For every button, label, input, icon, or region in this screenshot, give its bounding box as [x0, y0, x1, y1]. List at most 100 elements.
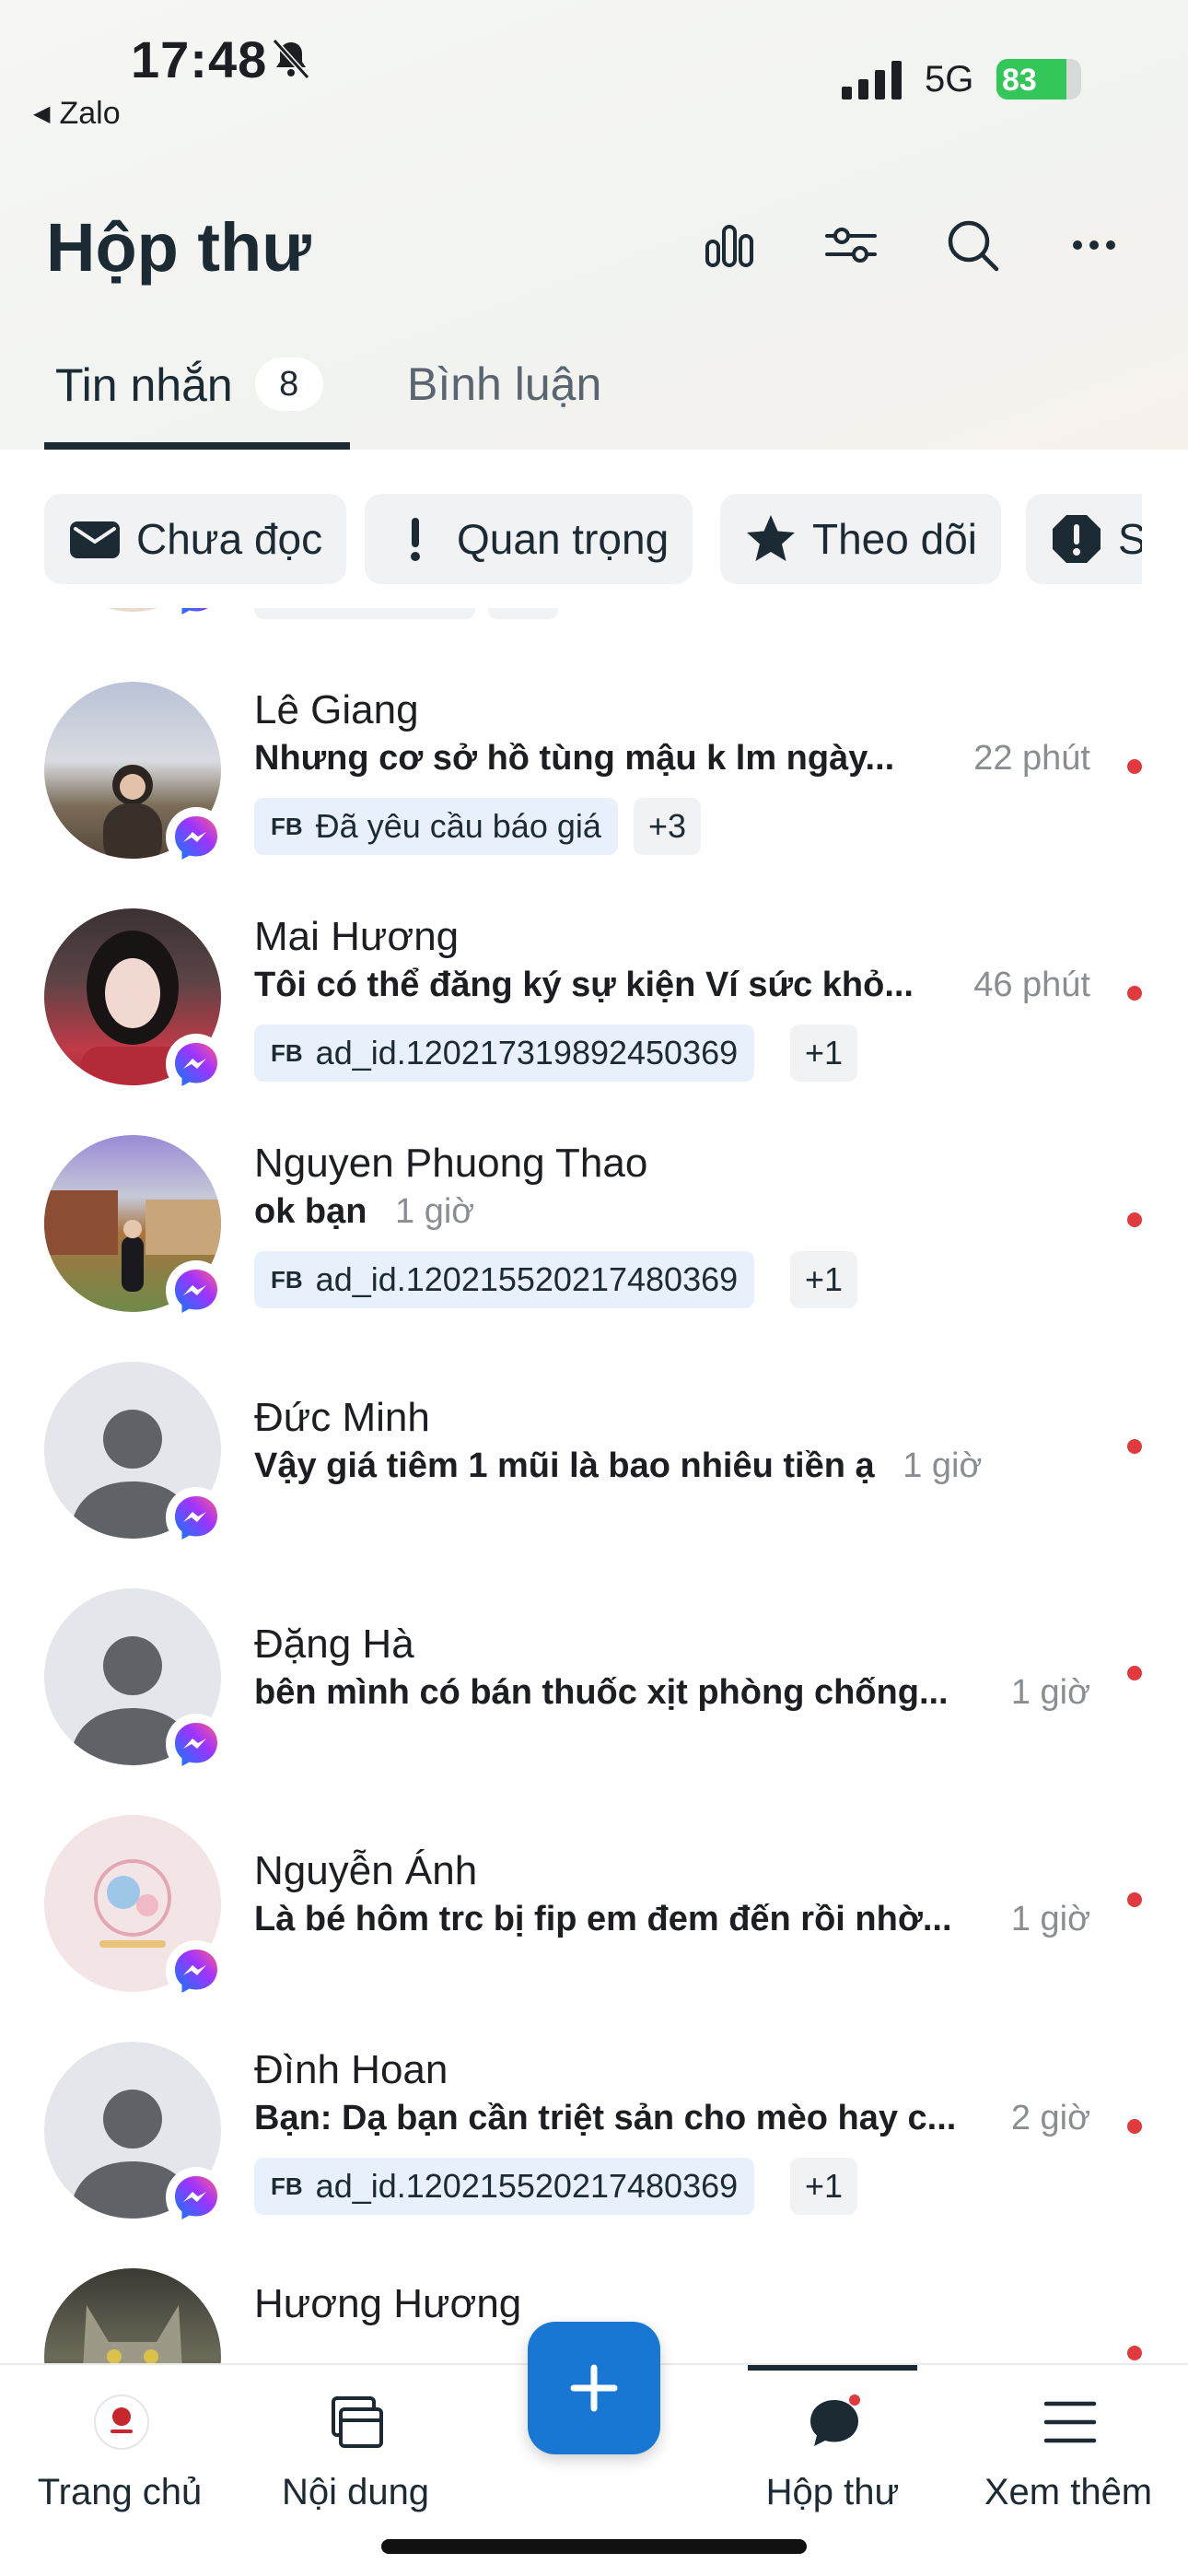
- nav-home[interactable]: Trang chủ: [0, 2365, 239, 2576]
- battery-level: 83: [1002, 63, 1037, 98]
- conversation-row-partial[interactable]: [0, 608, 1188, 650]
- tag-more-count: +1: [790, 2158, 858, 2215]
- messenger-badge: [166, 807, 227, 868]
- messenger-badge: [166, 1260, 227, 1321]
- tag-label: ad_id.120215520217480369: [315, 2167, 739, 2205]
- avatar: [44, 2268, 221, 2363]
- label-tag: FB ad_id.120215520217480369: [254, 2158, 755, 2215]
- tag-label: ad_id.120215520217480369: [315, 1260, 739, 1298]
- nav-home-label: Trang chủ: [37, 2472, 203, 2512]
- search-icon[interactable]: [943, 216, 1002, 275]
- message-preview: Tôi có thể đăng ký sự kiện Ví sức khỏ...: [254, 966, 914, 1004]
- conversation-row[interactable]: Đình Hoan Bạn: Dạ bạn cần triệt sản cho …: [0, 2042, 1188, 2268]
- filter-unread-label: Chưa đọc: [136, 515, 323, 563]
- contact-name: Đình Hoan: [254, 2047, 448, 2092]
- tag-chip-partial: [254, 608, 475, 619]
- unread-dot: [1127, 1439, 1142, 1454]
- unread-dot: [1127, 2346, 1142, 2360]
- message-preview: Bạn: Dạ bạn cần triệt sản cho mèo hay c.…: [254, 2099, 957, 2137]
- filter-spam-label: S: [1118, 515, 1142, 563]
- filter-spam-chip[interactable]: S: [1026, 494, 1142, 584]
- content-icon: [332, 2396, 383, 2448]
- bar-chart-icon[interactable]: [700, 216, 759, 275]
- tab-comments[interactable]: Bình luận: [407, 357, 601, 411]
- unread-dot: [1127, 1212, 1142, 1227]
- contact-name: Lê Giang: [254, 687, 419, 732]
- messenger-badge: [166, 1034, 227, 1095]
- more-icon[interactable]: [1065, 216, 1124, 275]
- nav-content-label: Nội dung: [281, 2472, 430, 2512]
- status-time: 17:48: [131, 30, 268, 88]
- contact-name: Mai Hương: [254, 914, 460, 959]
- tag-label: ad_id.120217319892450369: [315, 1034, 739, 1071]
- label-tag: FB Đã yêu cầu báo giá: [254, 798, 618, 855]
- message-preview: Là bé hôm trc bị fip em đem đến rồi nhờ.…: [254, 1900, 952, 1938]
- tag-more-partial: [488, 608, 558, 619]
- tag-source: FB: [271, 2172, 303, 2200]
- messenger-badge: [166, 608, 227, 623]
- plus-icon: [570, 2364, 618, 2412]
- create-button[interactable]: [528, 2322, 660, 2454]
- battery-indicator: 83: [996, 59, 1081, 100]
- tag-source: FB: [271, 1038, 303, 1067]
- envelope-icon: [70, 521, 120, 558]
- filter-follow-label: Theo dõi: [812, 515, 978, 563]
- tab-messages-label: Tin nhắn: [55, 359, 233, 411]
- back-triangle-icon: ◀: [33, 101, 51, 126]
- nav-more[interactable]: Xem thêm: [949, 2365, 1188, 2576]
- label-tag: FB ad_id.120215520217480369: [254, 1251, 755, 1308]
- filter-important-label: Quan trọng: [457, 515, 670, 563]
- unread-count-badge: 8: [254, 357, 323, 411]
- chat-bubble-icon: [810, 2395, 860, 2446]
- conversation-row[interactable]: Mai Hương Tôi có thể đăng ký sự kiện Ví …: [0, 908, 1188, 1135]
- filter-follow-chip[interactable]: Theo dõi: [720, 494, 1002, 584]
- contact-name: Đặng Hà: [254, 1622, 414, 1667]
- contact-name: Đức Minh: [254, 1395, 430, 1440]
- message-time: 2 giờ: [1010, 2099, 1090, 2137]
- filter-sliders-icon[interactable]: [821, 216, 880, 275]
- messenger-icon: [175, 1723, 217, 1766]
- tag-label: Đã yêu cầu báo giá: [315, 807, 601, 845]
- messenger-badge: [166, 1714, 227, 1774]
- home-indicator: [381, 2539, 807, 2554]
- messenger-icon: [175, 1496, 217, 1540]
- messenger-badge: [166, 1487, 227, 1548]
- conversation-row[interactable]: Nguyen Phuong Thao ok bạn 1 giờ FB ad_id.…: [0, 1135, 1188, 1362]
- messenger-badge: [166, 2167, 227, 2228]
- tab-messages[interactable]: Tin nhắn 8: [55, 357, 323, 412]
- message-preview: ok bạn: [254, 1192, 367, 1231]
- conversation-list: Lê Giang Nhưng cơ sở hồ tùng mậu k lm ng…: [0, 608, 1188, 2363]
- filter-unread-chip[interactable]: Chưa đọc: [44, 494, 347, 584]
- filter-important-chip[interactable]: Quan trọng: [365, 494, 693, 584]
- contact-name: Nguyễn Ánh: [254, 1848, 478, 1893]
- conversation-row[interactable]: Lê Giang Nhưng cơ sở hồ tùng mậu k lm ng…: [0, 682, 1188, 908]
- messenger-icon: [175, 816, 217, 860]
- contact-name: Hương Hương: [254, 2281, 522, 2326]
- conversation-row[interactable]: Đức Minh Vậy giá tiêm 1 mũi là bao nhiêu…: [0, 1362, 1188, 1588]
- label-tag: FB ad_id.120217319892450369: [254, 1025, 755, 1082]
- message-time: 1 giờ: [1010, 1673, 1090, 1712]
- message-preview: bên mình có bán thuốc xịt phòng chống...: [254, 1673, 949, 1712]
- back-to-app-link[interactable]: ◀ Zalo: [33, 96, 121, 132]
- message-time: 22 phút: [973, 739, 1090, 778]
- filter-chips: Chưa đọc Quan trọng Theo dõi S: [0, 494, 1142, 586]
- conversation-row[interactable]: Đặng Hà bên mình có bán thuốc xịt phòng …: [0, 1588, 1188, 1815]
- message-preview-line: ok bạn 1 giờ: [254, 1192, 474, 1232]
- signal-icon: [842, 61, 902, 100]
- exclamation-icon: [411, 518, 420, 561]
- tab-comments-label: Bình luận: [407, 358, 602, 410]
- contact-name: Nguyen Phuong Thao: [254, 1141, 648, 1186]
- page-title: Hộp thư: [46, 209, 311, 286]
- menu-icon: [1043, 2401, 1097, 2443]
- messenger-icon: [181, 608, 208, 615]
- message-time: 46 phút: [973, 966, 1090, 1004]
- unread-dot: [1127, 1666, 1142, 1680]
- message-preview: Vậy giá tiêm 1 mũi là bao nhiêu tiền ạ: [254, 1446, 875, 1485]
- message-preview: Nhưng cơ sở hồ tùng mậu k lm ngày...: [254, 739, 895, 778]
- message-time: 1 giờ: [395, 1192, 475, 1231]
- conversation-row[interactable]: Nguyễn Ánh Là bé hôm trc bị fip em đem đ…: [0, 1815, 1188, 2042]
- unread-dot: [1127, 759, 1142, 774]
- tag-more-count: +3: [634, 798, 702, 855]
- tag-source: FB: [271, 1265, 303, 1294]
- tag-more-count: +1: [790, 1251, 858, 1308]
